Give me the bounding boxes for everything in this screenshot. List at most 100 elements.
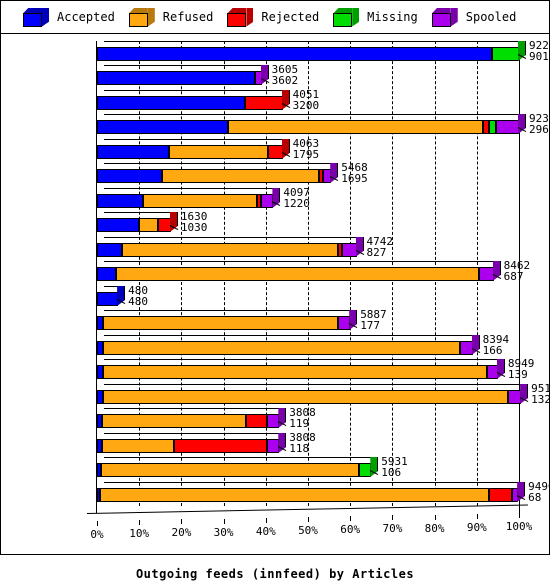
bar-segment-spooled [495, 120, 519, 134]
x-axis-label: 20% [171, 526, 192, 539]
bar-segment-top-edge [146, 212, 166, 213]
x-axis-tick [519, 513, 520, 518]
cube-icon [23, 7, 50, 27]
bar-row: 4063 1795 [97, 138, 519, 161]
bar-row: 5887 177 [97, 309, 519, 331]
bar-segment-top-edge [104, 114, 235, 115]
bar-value-accepted: 9012 [529, 50, 550, 63]
bar-segment-refused [115, 267, 479, 281]
x-axis-tick [434, 515, 436, 520]
legend-item-rejected: Rejected [227, 7, 319, 27]
bar-segment-accepted [97, 96, 245, 110]
legend-label: Missing [367, 10, 418, 24]
bar-value-accepted: 2964 [529, 123, 550, 136]
bar-segment-accepted [97, 169, 163, 183]
bar-segment-top-edge [104, 163, 170, 164]
bar-segment-accepted [97, 292, 119, 306]
bar-value-labels: 5468 1695 [341, 162, 368, 184]
bar-value-accepted: 1030 [180, 221, 208, 234]
bar-segment-side-edge [279, 188, 281, 202]
bar-segment-side-edge [124, 286, 126, 300]
bar-segment-top-edge [150, 188, 265, 189]
plot-area: 92259012 36053602 40513200 92382964 40631795… [97, 40, 550, 506]
x-axis-tick [265, 518, 267, 523]
bar-segment-rejected [244, 96, 283, 110]
bar-segment-accepted [97, 243, 123, 257]
bar-segment-accepted [97, 218, 140, 232]
cube-icon [333, 7, 360, 27]
bar-segment-top-edge [104, 139, 176, 140]
bar-value-labels: 4051 3200 [293, 89, 320, 111]
bar-segment-refused [143, 194, 258, 208]
bar-segment-refused [100, 488, 489, 502]
bar-segment-side-edge [285, 408, 287, 422]
bar-row: 5931 106 [97, 456, 519, 478]
bar-segment-top-edge [109, 408, 253, 409]
bar-segment-accepted [97, 47, 492, 61]
legend-label: Spooled [465, 10, 517, 24]
bar-value-accepted: 118 [289, 442, 310, 455]
bar-value-accepted: 827 [366, 246, 387, 259]
bar-row: 92382964 [97, 113, 550, 135]
cube-icon [431, 7, 459, 27]
bar-row: 480 480 [97, 285, 519, 307]
legend-label: Accepted [57, 10, 115, 24]
bar-segment-side-edge [362, 237, 364, 251]
bar-value-labels: 3605 3602 [272, 64, 299, 86]
bar-segment-refused [162, 169, 319, 183]
bar-row: 4097 1220 [97, 187, 519, 209]
bar-value-labels: 5931 106 [381, 456, 408, 478]
bar-value-accepted: 119 [289, 417, 310, 430]
bar-segment-rejected [173, 439, 267, 453]
bar-segment-spooled [341, 243, 357, 257]
legend-item-refused: Refused [128, 7, 213, 27]
bar-value-accepted: 1795 [292, 148, 320, 161]
x-axis-tick [181, 519, 183, 524]
bar-segment-top-edge [110, 335, 467, 336]
bar-segment-refused [139, 218, 159, 232]
bar-value-accepted: 68 [528, 491, 542, 504]
bar-value-labels: 92382964 [529, 113, 550, 135]
bar-segment-top-edge [104, 90, 252, 91]
cube-icon [227, 7, 254, 27]
bar-segment-top-edge [104, 237, 130, 238]
bar-segment-side-edge [503, 359, 505, 373]
legend-item-accepted: Accepted [23, 7, 115, 27]
bar-segment-side-edge [525, 41, 526, 55]
bar-value-labels: 9513132 [531, 383, 550, 405]
bar-segment-side-edge [288, 90, 290, 104]
bar-value-labels: 949068 [528, 481, 550, 503]
bar-segment-side-edge [285, 433, 287, 447]
bar-segment-top-edge [495, 482, 519, 483]
bar-value-accepted: 132 [531, 393, 550, 406]
bar-segment-top-edge [104, 212, 147, 213]
bar-segment-top-edge [234, 114, 491, 115]
bar-row: 4742 827 [97, 236, 519, 259]
bar-value-accepted: 3602 [271, 74, 299, 87]
bar-value-accepted: 687 [503, 270, 524, 283]
bar-segment-missing [491, 47, 519, 61]
chart-body: 92259012 36053602 40513200 92382964 40631795… [1, 34, 550, 581]
x-axis-label: 80% [424, 522, 445, 535]
chart-legend: Accepted Refused Rejected Missing Spooled [1, 1, 549, 34]
bar-value-labels: 5887 177 [360, 309, 387, 331]
bar-row: 8394 166 [97, 334, 519, 356]
bar-segment-side-edge [527, 384, 529, 398]
x-axis-label: 60% [340, 523, 361, 536]
cube-icon [128, 7, 156, 27]
bar-row: 3605 3602 [97, 64, 519, 86]
x-axis-label: 30% [213, 526, 234, 539]
bar-value-labels: 8394 166 [483, 334, 510, 356]
bar-segment-refused [227, 120, 484, 134]
chart-page: Accepted Refused Rejected Missing Spooled 92… [0, 0, 550, 581]
bar-segment-top-edge [110, 359, 495, 360]
x-axis-tick [350, 516, 352, 521]
x-axis-label: 50% [298, 524, 318, 537]
bar-segment-spooled [459, 341, 473, 355]
bar-segment-top-edge [108, 457, 366, 458]
bar-row: 8462 687 [97, 260, 530, 282]
bar-segment-refused [102, 439, 174, 453]
x-axis-tick [392, 515, 394, 520]
bar-segment-side-edge [288, 139, 290, 153]
bar-segment-top-edge [109, 433, 181, 434]
